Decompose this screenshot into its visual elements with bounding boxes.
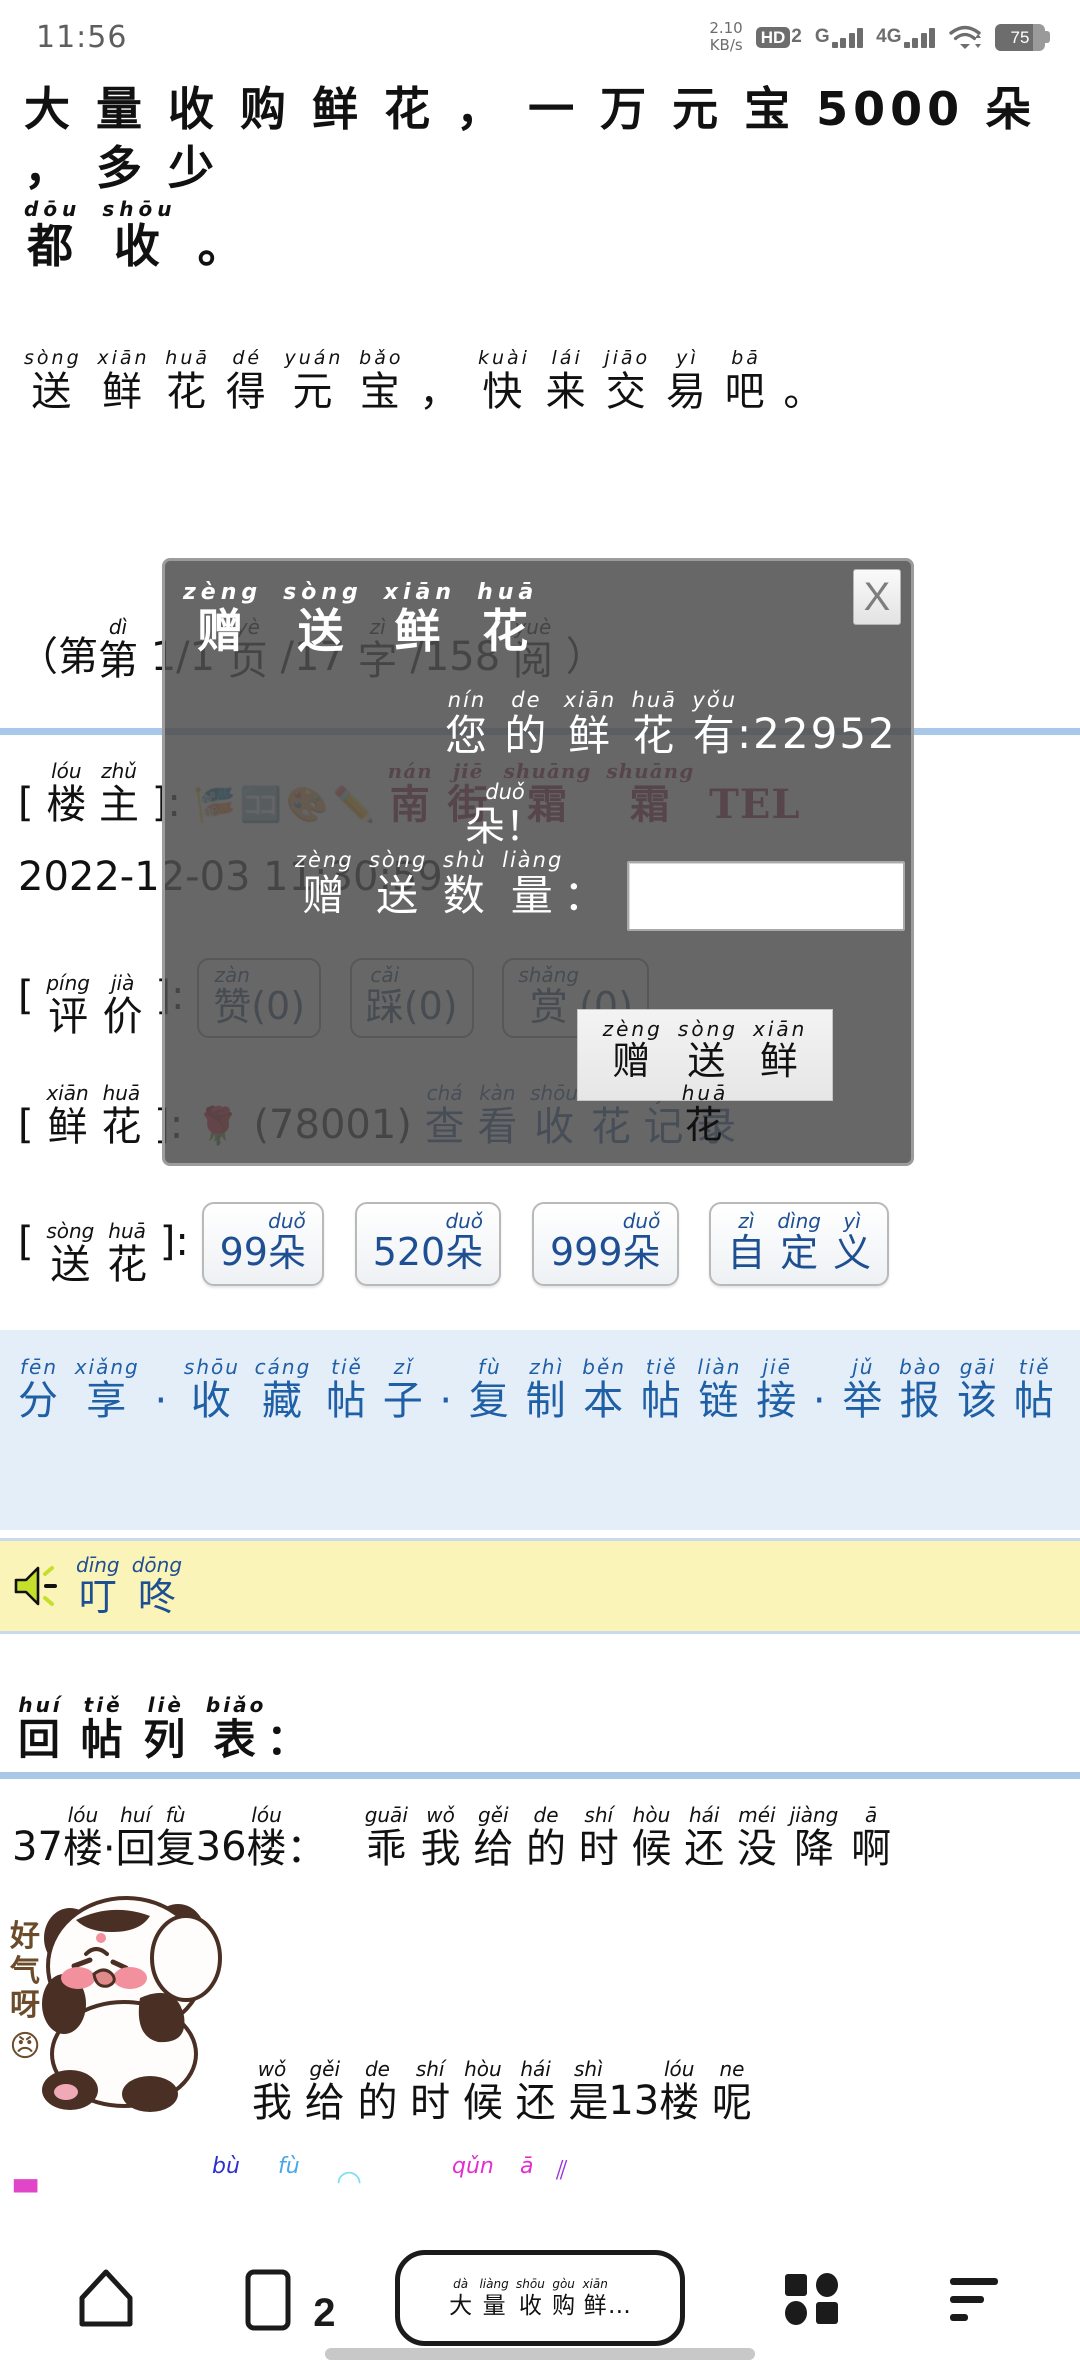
send-custom-button[interactable]: zì 自 dìng 定 yì 义	[709, 1202, 890, 1286]
send-999-number: 999	[549, 1229, 623, 1274]
ruby-zhu: zhǔ 主	[99, 759, 140, 828]
hd-badge-sim: 2	[791, 26, 802, 47]
send-520-button[interactable]: 520 duǒ 朵	[354, 1202, 502, 1286]
status-bar: 11:56 2.10 KB/s HD 2 G 4G 75	[0, 0, 1080, 74]
notification-bar[interactable]: dīng 叮 dōng 咚	[0, 1538, 1080, 1634]
send-520-number: 520	[372, 1229, 446, 1274]
status-clock: 11:56	[36, 19, 128, 55]
send-99-number: 99	[219, 1229, 268, 1274]
send-flower-row: [ sòng 送 huā 花 ]: 99 duǒ 朵 520 duǒ 朵 999 duǒ 朵 z…	[18, 1202, 907, 1286]
divider-2	[0, 1772, 1080, 1779]
ruby-dou: dōu 都	[24, 196, 82, 273]
ruby-huab: huā 花	[107, 1218, 148, 1288]
send-bracket-close: ]:	[159, 1218, 189, 1265]
ruby-shou: shōu 收	[102, 196, 177, 273]
cut-deco-3: ⫽	[556, 2156, 568, 2186]
wifi-icon	[948, 24, 982, 50]
cut-deco-1: ▃	[14, 2158, 38, 2193]
quantity-label: zèng 赠 sòng 送 shù 数 liàng 量 ：	[295, 848, 608, 921]
tabs-count: 2	[313, 2291, 336, 2335]
report-link[interactable]: jǔ 举 bào 报 gāi 该 tiě 帖	[828, 1356, 1056, 1422]
send-bracket-open: [	[18, 1218, 34, 1265]
ruby-ping: píng 评	[46, 970, 90, 1040]
cut-deco-2: ◠	[336, 2164, 363, 2199]
cut-py-a: ā	[520, 2154, 534, 2179]
balance-count: 22952	[753, 709, 897, 759]
cut-off-reply-row: ▃ bù fù ◠ qǔn ā ⫽	[0, 2150, 1080, 2220]
screen: 11:56 2.10 KB/s HD 2 G 4G 75 大 量 收 购 鲜 花…	[0, 0, 1080, 2376]
hd-badge-label: HD	[755, 27, 791, 48]
address-bar[interactable]: dà 大 liàng 量 shōu 收 gòu 购 xiān 鲜 …	[395, 2250, 685, 2346]
tabs-icon[interactable]: 2	[232, 2260, 336, 2336]
post-title-line2: dōu 都 shōu 收 。	[24, 198, 1064, 270]
home-icon[interactable]	[68, 2260, 144, 2336]
reply-item-body: wǒ 我 gěi 给 de 的 shí 时 hòu 候 hái 还 shì 是 13 lóu 楼 n…	[252, 2057, 752, 2126]
ruby-lou: lóu 楼	[46, 759, 87, 828]
ruby-song: sòng 送	[46, 1218, 95, 1288]
signal-sim2-icon: 4G	[876, 26, 935, 48]
signal-sim1-label: G	[814, 26, 830, 47]
send-999-button[interactable]: 999 duǒ 朵	[531, 1202, 679, 1286]
address-bar-text: dà 大 liàng 量 shōu 收 gòu 购 xiān 鲜 …	[449, 2277, 631, 2319]
cut-py-qun: qǔn	[452, 2154, 494, 2179]
share-bar: fēn 分 xiǎng 享 · shōu 收 cáng 藏 tiě 帖 zǐ 子 · fù 复…	[0, 1330, 1080, 1530]
quantity-input[interactable]	[627, 861, 905, 931]
balance-colon: :	[737, 709, 754, 759]
page-info-prefix: （第	[18, 634, 98, 680]
battery-percent: 75	[1010, 27, 1030, 47]
sticker-label: 好气呀 😠	[2, 1919, 48, 2064]
home-indicator	[325, 2348, 755, 2360]
speaker-icon	[12, 1564, 66, 1608]
ruby-di: dì 第	[98, 615, 138, 684]
ruby-hua: huā 花	[101, 1081, 142, 1150]
status-icons: 2.10 KB/s HD 2 G 4G 75	[709, 18, 1050, 55]
signal-sim1-icon: G	[814, 26, 864, 48]
sticker-label-text: 好气呀	[10, 1919, 40, 2023]
network-speed-value: 2.10	[709, 18, 743, 37]
menu-icon[interactable]	[936, 2260, 1012, 2336]
network-speed-unit: KB/s	[709, 36, 743, 54]
signal-sim2-bars	[903, 28, 935, 48]
reply-floor-number: 37	[12, 1824, 63, 1870]
flower-bracket-open: [	[18, 1102, 34, 1148]
send-99-button[interactable]: 99 duǒ 朵	[201, 1202, 324, 1286]
reply-item-header: 37 lóu 楼 · huí 回 fù 复 36 lóu 楼 ： guāi 乖 wǒ 我 gěi 给 d…	[12, 1803, 892, 1872]
ruby-jia: jià 价	[102, 970, 143, 1040]
gift-flower-modal: X zèng 赠 sòng 送 xiān 鲜 huā 花 nín 您 de 的 xiān 鲜 …	[162, 558, 914, 1166]
battery-icon: 75	[995, 23, 1050, 51]
post-title-line1: 大 量 收 购 鲜 花 ， 一 万 元 宝 5000 朵 ， 多 少	[24, 82, 1037, 195]
reply-list-heading: huí 回 tiě 帖 liè 列 biǎo 表 ：	[18, 1693, 312, 1764]
ruby-xian: xiān 鲜	[46, 1081, 89, 1150]
hd-voice-icon: HD 2	[755, 26, 802, 48]
copy-link-link[interactable]: fù 复 zhì 制 běn 本 tiě 帖 liàn 链 jiē 接	[454, 1356, 813, 1422]
lz-bracket-open: [	[18, 780, 34, 826]
gift-flower-submit-button[interactable]: zèng 赠 sòng 送 xiān 鲜 huā 花	[577, 1009, 833, 1145]
network-speed-indicator: 2.10 KB/s	[709, 18, 743, 55]
cut-py-bu: bù	[212, 2154, 240, 2179]
signal-sim2-label: 4G	[876, 26, 902, 47]
post-title: 大 量 收 购 鲜 花 ， 一 万 元 宝 5000 朵 ， 多 少 dōu 都 …	[24, 80, 1064, 270]
post-body: sòng 送 xiān 鲜 huā 花 dé 得 yuán 元 bǎo 宝 ， kuài 快 …	[24, 347, 827, 415]
close-icon[interactable]: X	[853, 569, 901, 625]
current-flower-balance: nín 您 de 的 xiān 鲜 huā 花 yǒu 有:22952	[445, 688, 897, 761]
apps-grid-icon[interactable]	[773, 2260, 849, 2336]
favorite-link[interactable]: shōu 收 cáng 藏 tiě 帖 zǐ 子	[169, 1356, 439, 1422]
cut-py-fu: fù	[278, 2154, 300, 2179]
notification-text: dīng 叮 dōng 咚	[76, 1553, 183, 1620]
signal-sim1-bars	[831, 28, 864, 48]
angry-emoji-icon: 😠	[9, 2028, 41, 2064]
balance-unit: duǒ 朵！	[465, 780, 545, 851]
ruby-period: 。	[197, 218, 249, 273]
share-link[interactable]: fēn 分 xiǎng 享	[18, 1356, 154, 1422]
modal-title: zèng 赠 sòng 送 xiān 鲜 huā 花	[183, 580, 539, 659]
eval-bracket-open: [	[18, 972, 34, 1019]
